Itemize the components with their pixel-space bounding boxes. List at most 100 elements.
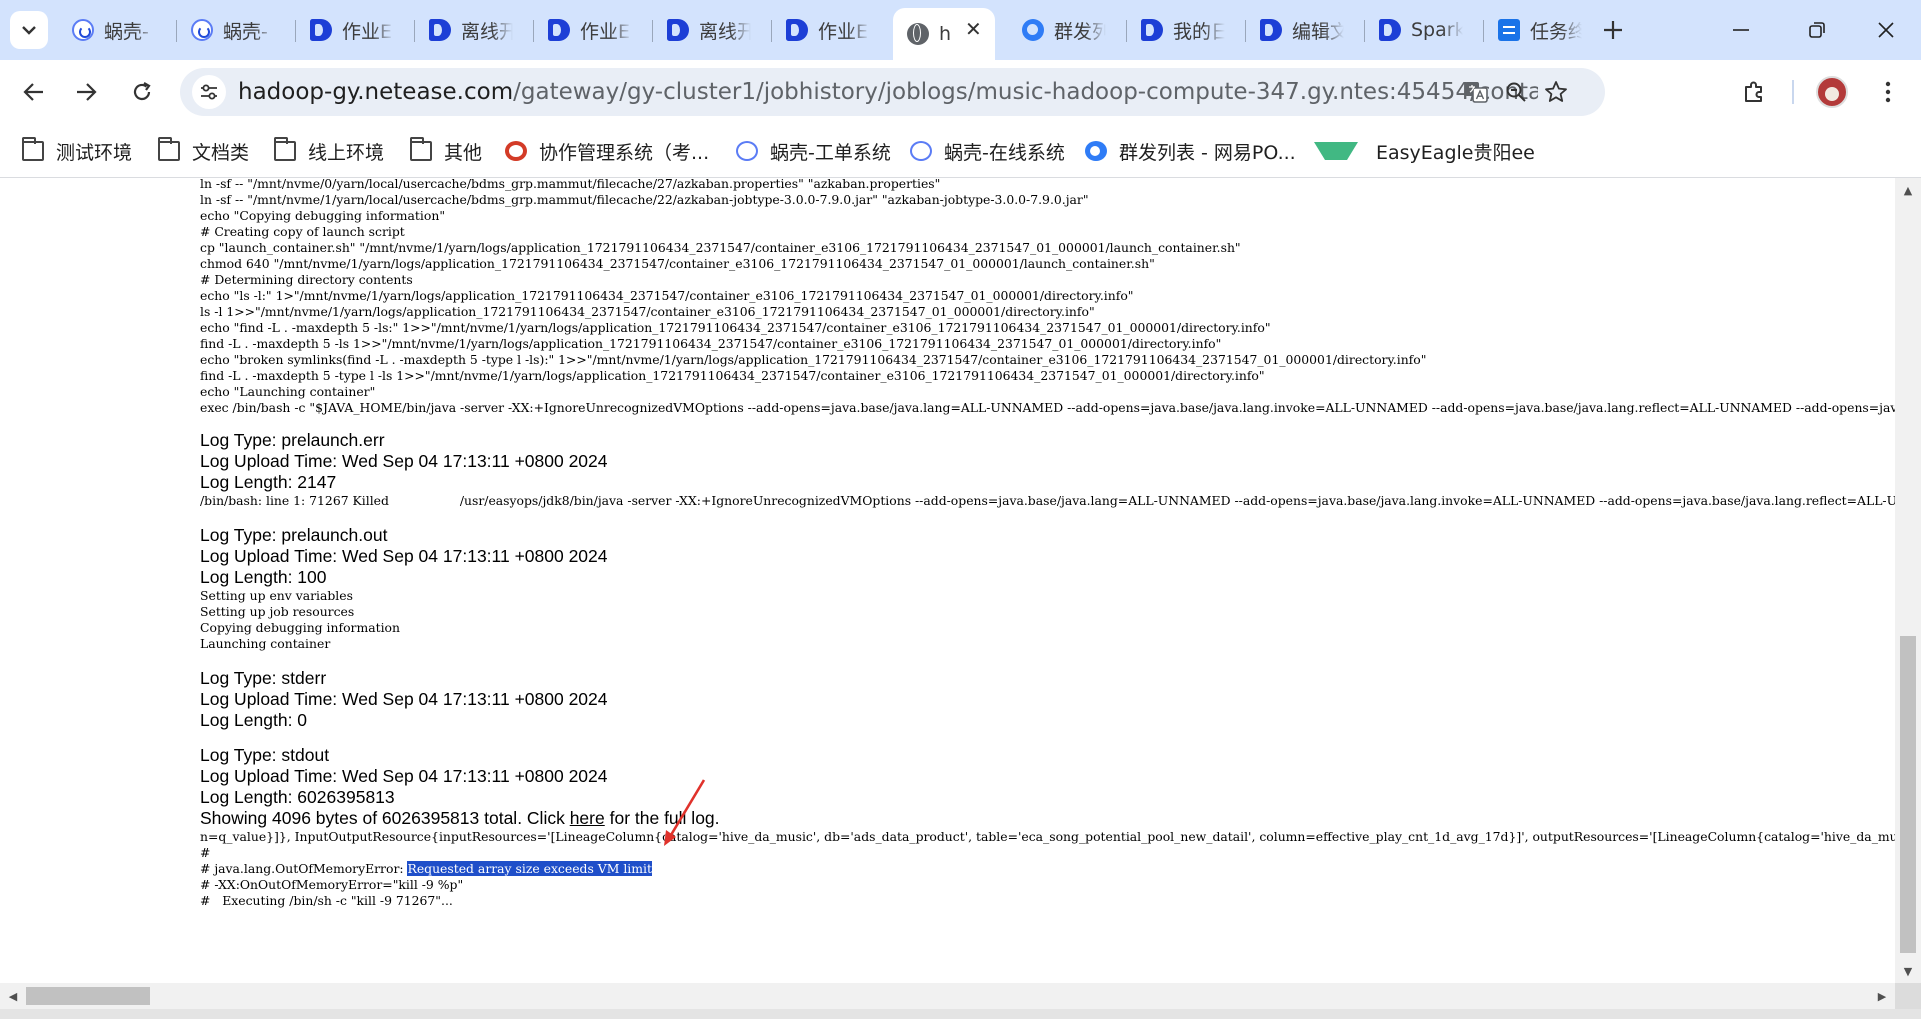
d-logo-icon bbox=[429, 19, 451, 41]
bookmark-link[interactable]: 群发列表 - 网易PO... bbox=[1085, 136, 1296, 166]
url-text[interactable]: hadoop-gy.netease.com/gateway/gy-cluster… bbox=[238, 79, 1538, 105]
browser-tab[interactable]: 离线开 bbox=[415, 8, 532, 52]
back-button[interactable] bbox=[16, 74, 52, 110]
browser-tab[interactable]: 我的日 bbox=[1127, 8, 1244, 52]
browser-toolbar: hadoop-gy.netease.com/gateway/gy-cluster… bbox=[0, 60, 1921, 124]
bookmark-link[interactable]: 蜗壳-工单系统 bbox=[736, 136, 891, 166]
browser-tab[interactable]: 蜗壳- bbox=[177, 8, 294, 52]
d-logo-icon bbox=[1141, 19, 1163, 41]
translate-button[interactable] bbox=[1460, 76, 1492, 108]
url-path: /gateway/gy-cluster1/jobhistory/joblogs/… bbox=[513, 79, 1538, 105]
browser-tab[interactable]: 作业E bbox=[772, 8, 889, 52]
browser-tab[interactable]: 编辑文 bbox=[1246, 8, 1363, 52]
r-logo-icon bbox=[505, 141, 527, 161]
zoom-icon bbox=[1506, 82, 1526, 102]
shell-icon bbox=[736, 141, 758, 161]
stdout-line: # Executing /bin/sh -c "kill -9 71267"..… bbox=[200, 893, 453, 908]
script-line: ln -sf -- "/mnt/nvme/1/yarn/local/userca… bbox=[200, 192, 1089, 207]
minimize-button[interactable] bbox=[1713, 8, 1769, 52]
browser-tab-active[interactable]: h ✕ bbox=[893, 8, 995, 60]
stdout-line: # bbox=[200, 845, 211, 860]
address-bar[interactable]: hadoop-gy.netease.com/gateway/gy-cluster… bbox=[180, 68, 1605, 116]
restore-icon bbox=[1809, 22, 1825, 38]
url-host: hadoop-gy.netease.com bbox=[238, 79, 514, 105]
stdout-line: n=q_value}]}, InputOutputResource{inputR… bbox=[200, 829, 1895, 844]
script-line: # Determining directory contents bbox=[200, 272, 413, 287]
reload-button[interactable] bbox=[124, 74, 160, 110]
log-type: Log Type: stdout bbox=[200, 745, 330, 765]
bookmark-folder[interactable]: 线上环境 bbox=[274, 136, 384, 166]
log-upload-time: Log Upload Time: Wed Sep 04 17:13:11 +08… bbox=[200, 451, 608, 471]
stdout-body: n=q_value}]}, InputOutputResource{inputR… bbox=[200, 829, 1895, 909]
forward-button[interactable] bbox=[68, 74, 104, 110]
d-logo-icon bbox=[667, 19, 689, 41]
browser-tab[interactable]: 作业E bbox=[296, 8, 413, 52]
tab-strip: 蜗壳- 蜗壳- 作业E 离线开 作业E 离线开 作业E h ✕ 群发列 我的日 bbox=[0, 0, 1921, 60]
horizontal-scroll-thumb[interactable] bbox=[26, 987, 150, 1005]
profile-avatar[interactable] bbox=[1816, 76, 1848, 108]
browser-tab[interactable]: 任务终 bbox=[1484, 8, 1591, 52]
browser-tab[interactable]: 蜗壳- bbox=[58, 8, 175, 52]
globe-icon bbox=[907, 23, 929, 45]
zoom-button[interactable] bbox=[1500, 76, 1532, 108]
bookmark-label: 测试环境 bbox=[56, 141, 133, 164]
v-logo-icon bbox=[1314, 142, 1358, 160]
script-line: echo "find -L . -maxdepth 5 -ls:" 1>>"/m… bbox=[200, 320, 1271, 335]
minimize-icon bbox=[1733, 29, 1749, 31]
scroll-left-arrow-icon[interactable]: ◀ bbox=[0, 986, 26, 1006]
tab-title: 蜗壳- bbox=[104, 20, 149, 43]
horizontal-scrollbar[interactable]: ◀ ▶ bbox=[0, 983, 1895, 1009]
bookmark-link[interactable]: EasyEagle贵阳ee bbox=[1314, 136, 1535, 166]
bookmark-label: 其他 bbox=[444, 141, 483, 164]
vertical-scroll-thumb[interactable] bbox=[1900, 636, 1916, 953]
toolbar-divider bbox=[1792, 80, 1794, 104]
site-info-button[interactable] bbox=[192, 75, 226, 109]
restore-button[interactable] bbox=[1789, 8, 1845, 52]
d-logo-icon bbox=[548, 19, 570, 41]
tab-title: 编辑文 bbox=[1292, 20, 1344, 43]
close-icon bbox=[1878, 22, 1894, 38]
browser-tab[interactable]: Spark bbox=[1365, 8, 1482, 52]
full-log-link[interactable]: here bbox=[570, 808, 605, 828]
reload-icon bbox=[133, 82, 151, 101]
star-icon bbox=[1545, 81, 1567, 102]
script-line: ln -sf -- "/mnt/nvme/0/yarn/local/userca… bbox=[200, 178, 941, 191]
browser-tab[interactable]: 作业E bbox=[534, 8, 651, 52]
bookmark-folder[interactable]: 测试环境 bbox=[22, 136, 132, 166]
showing-text: Showing 4096 bytes of 6026395813 total. … bbox=[200, 808, 570, 828]
scroll-right-arrow-icon[interactable]: ▶ bbox=[1869, 986, 1895, 1006]
shell-icon bbox=[72, 19, 94, 41]
script-line: echo "ls -l:" 1>"/mnt/nvme/1/yarn/logs/a… bbox=[200, 288, 1134, 303]
bookmark-link[interactable]: 协作管理系统（考... bbox=[505, 136, 709, 166]
browser-tab[interactable]: 群发列 bbox=[1008, 8, 1125, 52]
bookmark-star-button[interactable] bbox=[1540, 76, 1572, 108]
scroll-up-arrow-icon[interactable]: ▲ bbox=[1895, 180, 1921, 200]
vertical-scrollbar[interactable]: ▲ ▼ bbox=[1895, 178, 1921, 983]
script-line: exec /bin/bash -c "$JAVA_HOME/bin/java -… bbox=[200, 400, 1895, 415]
log-length: Log Length: 0 bbox=[200, 710, 308, 730]
bookmark-label: 蜗壳-工单系统 bbox=[770, 141, 891, 164]
scroll-down-arrow-icon[interactable]: ▼ bbox=[1895, 961, 1921, 981]
log-body: /bin/bash: line 1: 71267 Killed /usr/eas… bbox=[200, 493, 1895, 508]
new-tab-button[interactable] bbox=[1595, 12, 1631, 48]
close-icon[interactable]: ✕ bbox=[965, 17, 982, 41]
browser-tab[interactable]: 离线开 bbox=[653, 8, 770, 52]
tab-title: 蜗壳- bbox=[223, 20, 268, 43]
shell-icon bbox=[910, 141, 932, 161]
log-length: Log Length: 100 bbox=[200, 567, 327, 587]
scrollbar-corner bbox=[1895, 983, 1921, 1009]
close-window-button[interactable] bbox=[1858, 8, 1914, 52]
log-body: Setting up env variables Setting up job … bbox=[200, 588, 400, 651]
browser-menu-button[interactable] bbox=[1870, 74, 1906, 110]
bookmark-folder[interactable]: 其他 bbox=[410, 136, 482, 166]
translate-icon bbox=[1465, 82, 1488, 103]
extensions-button[interactable] bbox=[1736, 74, 1772, 110]
bookmark-link[interactable]: 蜗壳-在线系统 bbox=[910, 136, 1065, 166]
tab-title: 我的日 bbox=[1173, 20, 1225, 43]
tab-search-button[interactable] bbox=[10, 11, 48, 49]
script-line: echo "broken symlinks(find -L . -maxdept… bbox=[200, 352, 1427, 367]
bookmark-folder[interactable]: 文档类 bbox=[158, 136, 249, 166]
